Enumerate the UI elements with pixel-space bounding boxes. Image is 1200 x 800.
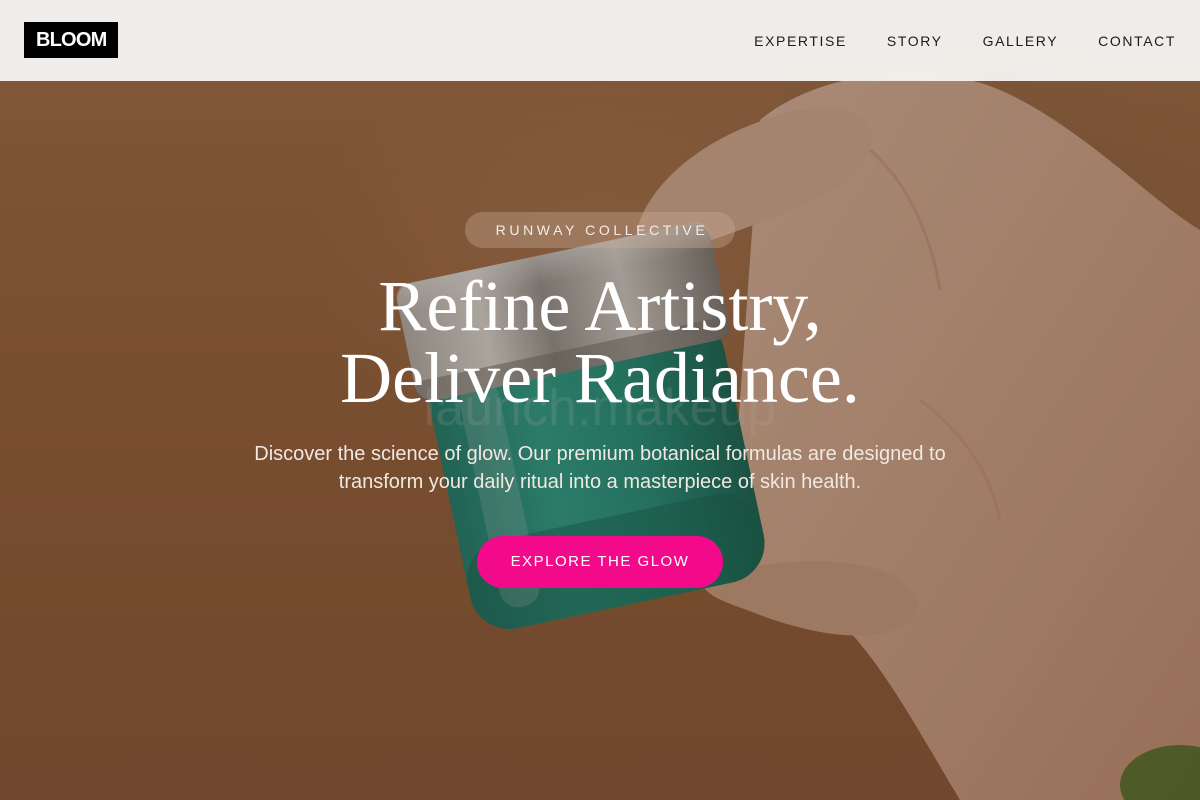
nav-item-contact[interactable]: CONTACT [1098,33,1176,49]
hero-headline: Refine Artistry, Deliver Radiance. [0,270,1200,414]
nav-item-expertise[interactable]: EXPERTISE [754,33,847,49]
headline-line-2: Deliver Radiance. [340,338,860,418]
hero-section: RUNWAY COLLECTIVE Refine Artistry, Deliv… [0,0,1200,800]
nav-item-story[interactable]: STORY [887,33,943,49]
headline-line-1: Refine Artistry, [378,266,822,346]
brand-logo[interactable]: BLOOM [24,22,119,58]
nav-item-gallery[interactable]: GALLERY [983,33,1059,49]
site-header: BLOOM EXPERTISE STORY GALLERY CONTACT [0,0,1200,81]
tagline-badge: RUNWAY COLLECTIVE [465,212,735,248]
hero-description: Discover the science of glow. Our premiu… [254,443,946,493]
landing-page: launch.makeup BLOOM EXPERTISE STORY GALL… [0,0,1200,800]
main-nav: EXPERTISE STORY GALLERY CONTACT [754,0,1176,81]
explore-glow-button[interactable]: EXPLORE THE GLOW [477,536,723,588]
